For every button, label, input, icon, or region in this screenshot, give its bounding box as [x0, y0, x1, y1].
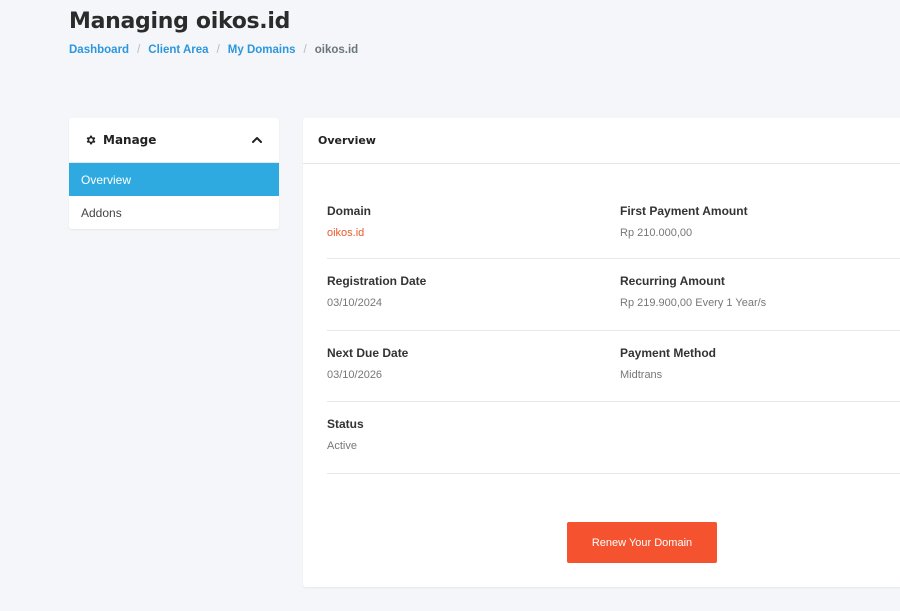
breadcrumb-separator: /	[303, 44, 307, 56]
sidebar-title: Manage	[103, 133, 157, 147]
sidebar-header-left: Manage	[85, 133, 156, 147]
info-row: Status Active	[327, 402, 900, 474]
info-status: Status Active	[327, 417, 642, 473]
payment-method-label: Payment Method	[620, 345, 717, 360]
info-payment-method: Payment Method Midtrans	[620, 346, 900, 402]
page-title: Managing oikos.id	[69, 9, 291, 34]
gear-icon	[85, 134, 97, 146]
recurring-amount-label: Recurring Amount	[620, 274, 725, 288]
sidebar-item-addons[interactable]: Addons	[69, 196, 279, 229]
next-due-date-value: 03/10/2026	[327, 368, 383, 381]
info-row: Next Due Date 03/10/2026 Payment Method …	[327, 331, 900, 402]
breadcrumb-dashboard[interactable]: Dashboard	[69, 44, 129, 56]
info-domain: Domain oikos.id	[327, 204, 620, 258]
overview-panel-title: Overview	[303, 118, 900, 164]
info-registration-date: Registration Date 03/10/2024	[327, 274, 620, 330]
renew-domain-button[interactable]: Renew Your Domain	[567, 522, 717, 563]
status-label: Status	[327, 417, 364, 431]
status-value: Active	[327, 440, 357, 452]
overview-panel: Overview Domain oikos.id First Payment A…	[303, 118, 900, 587]
breadcrumb-current: oikos.id	[314, 44, 359, 56]
breadcrumb-my-domains[interactable]: My Domains	[228, 44, 296, 56]
domain-link[interactable]: oikos.id	[327, 227, 620, 239]
next-due-date-label: Next Due Date	[327, 345, 409, 360]
registration-date-value: 03/10/2024	[327, 297, 383, 309]
first-payment-value: Rp 210.000,00	[620, 227, 693, 239]
info-next-due-date: Next Due Date 03/10/2026	[327, 346, 620, 402]
breadcrumb-client-area[interactable]: Client Area	[148, 44, 208, 56]
recurring-amount-value: Rp 219.900,00 Every 1 Year/s	[620, 297, 767, 309]
chevron-up-icon[interactable]	[251, 134, 263, 146]
sidebar-item-overview[interactable]: Overview	[69, 163, 279, 196]
domain-label: Domain	[327, 204, 372, 218]
payment-method-value: Midtrans	[620, 368, 663, 381]
domain-info-grid: Domain oikos.id First Payment Amount Rp …	[327, 188, 900, 474]
info-row: Registration Date 03/10/2024 Recurring A…	[327, 259, 900, 331]
breadcrumb-separator: /	[137, 44, 141, 56]
breadcrumb: Dashboard / Client Area / My Domains / o…	[69, 44, 358, 56]
sidebar-header[interactable]: Manage	[69, 118, 279, 163]
registration-date-label: Registration Date	[327, 274, 427, 288]
info-recurring-amount: Recurring Amount Rp 219.900,00 Every 1 Y…	[620, 274, 900, 330]
info-first-payment: First Payment Amount Rp 210.000,00	[620, 204, 900, 258]
info-row: Domain oikos.id First Payment Amount Rp …	[327, 188, 900, 259]
breadcrumb-separator: /	[216, 44, 220, 56]
manage-sidebar: Manage Overview Addons	[69, 118, 279, 229]
first-payment-label: First Payment Amount	[620, 204, 748, 218]
